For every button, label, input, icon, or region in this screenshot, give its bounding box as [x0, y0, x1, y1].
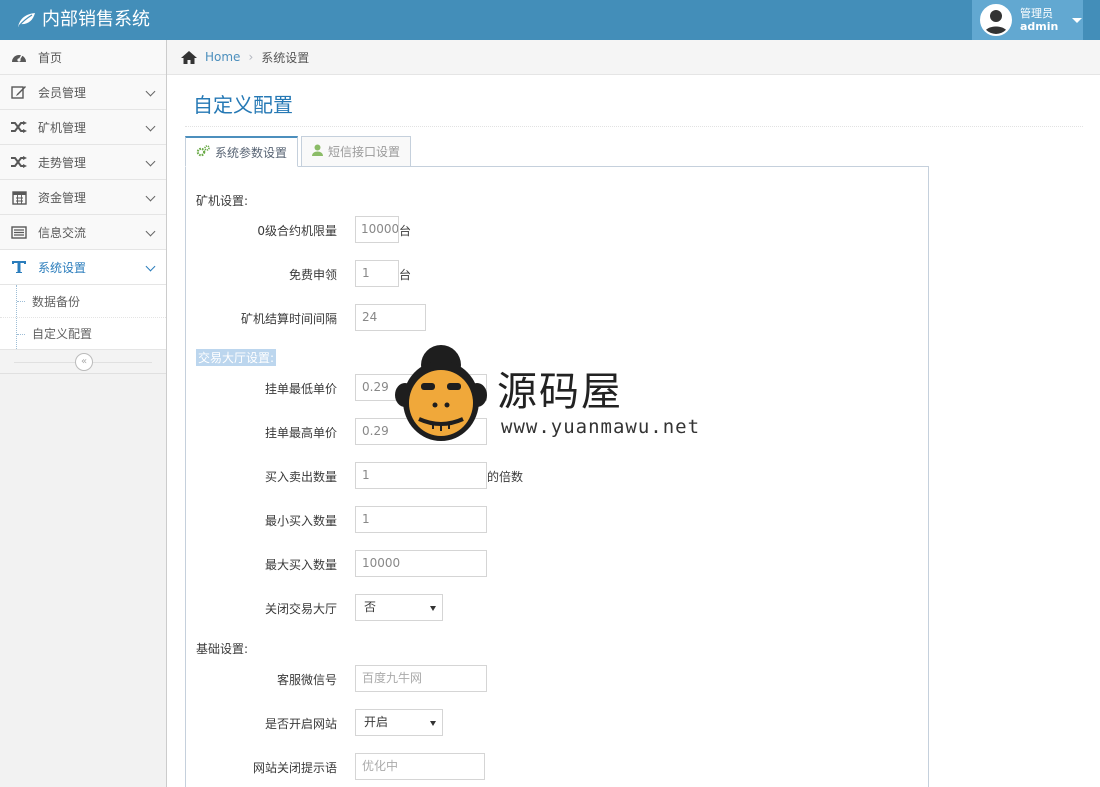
shuffle-icon	[10, 154, 28, 170]
select-arrow-icon	[430, 721, 436, 726]
caret-down-icon	[1072, 17, 1083, 23]
sidebar-item-funds[interactable]: 资金管理	[0, 180, 166, 215]
sidebar-item-label: 资金管理	[38, 190, 87, 205]
page-header-divider	[185, 126, 1083, 127]
sidebar-item-home[interactable]: 首页	[0, 40, 166, 75]
miner-limit-unit: 台	[399, 224, 412, 238]
trade-qty-suffix: 的倍数	[487, 470, 524, 484]
section-trade-hall-settings: 交易大厅设置:	[196, 349, 277, 366]
sidebar-item-label: 走势管理	[38, 155, 87, 170]
max-buy-input[interactable]: 10000	[355, 550, 487, 577]
max-price-label: 挂单最高单价	[264, 426, 337, 440]
section-miner-settings: 矿机设置:	[196, 194, 249, 208]
sidebar-item-label: 系统设置	[38, 260, 87, 275]
min-buy-label: 最小买入数量	[264, 514, 337, 528]
sidebar-item-system-settings[interactable]: 系统设置	[0, 250, 166, 285]
shuffle-icon	[10, 119, 28, 135]
tab-label: 系统参数设置	[215, 145, 288, 160]
free-claim-unit: 台	[399, 268, 412, 282]
miner-limit-label: 0级合约机限量	[257, 224, 337, 238]
cogs-icon	[196, 144, 210, 160]
chevron-down-icon	[145, 226, 156, 237]
user-menu[interactable]: 管理员 admin	[972, 0, 1083, 40]
collapse-sidebar-button[interactable]: «	[75, 353, 93, 371]
sidebar-item-label: 信息交流	[38, 225, 87, 240]
tab-label: 短信接口设置	[328, 145, 401, 159]
breadcrumb-separator: ›	[248, 50, 254, 64]
chevron-down-icon	[145, 86, 156, 97]
home-icon	[181, 50, 197, 64]
chevron-down-icon	[145, 121, 156, 132]
chevron-down-icon	[145, 261, 156, 272]
close-msg-label: 网站关闭提示语	[252, 761, 337, 775]
chevron-down-icon	[145, 156, 156, 167]
leaf-icon	[16, 12, 36, 28]
tab-bar: 系统参数设置 短信接口设置	[185, 136, 414, 167]
trade-qty-label: 买入卖出数量	[264, 470, 337, 484]
top-navbar: 内部销售系统 管理员 admin	[0, 0, 1100, 40]
miner-limit-input[interactable]: 10000	[355, 216, 399, 243]
trade-qty-input[interactable]: 1	[355, 462, 487, 489]
close-hall-value: 否	[364, 600, 377, 614]
avatar	[980, 4, 1012, 36]
max-buy-label: 最大买入数量	[264, 558, 337, 572]
sidebar-item-label: 会员管理	[38, 85, 87, 100]
edit-icon	[10, 84, 28, 100]
breadcrumb: Home › 系统设置	[167, 40, 1100, 75]
site-open-label: 是否开启网站	[264, 717, 337, 731]
sidebar-item-label: 首页	[38, 50, 63, 65]
page-title: 自定义配置	[193, 93, 293, 117]
site-open-value: 开启	[364, 715, 389, 729]
chevron-down-icon	[145, 191, 156, 202]
submenu-item-custom-config[interactable]: 自定义配置	[0, 317, 166, 349]
user-icon	[312, 144, 324, 159]
wechat-label: 客服微信号	[276, 673, 337, 687]
max-price-input[interactable]: 0.29	[355, 418, 487, 445]
select-arrow-icon	[430, 606, 436, 611]
brand[interactable]: 内部销售系统	[16, 8, 150, 32]
tab-sms-interface[interactable]: 短信接口设置	[301, 136, 412, 167]
text-icon	[10, 259, 28, 275]
tab-system-params[interactable]: 系统参数设置	[185, 136, 299, 167]
breadcrumb-current: 系统设置	[261, 50, 310, 65]
close-hall-select[interactable]: 否	[355, 594, 443, 621]
sidebar-item-members[interactable]: 会员管理	[0, 75, 166, 110]
wechat-input[interactable]: 百度九牛网	[355, 665, 487, 692]
settle-interval-input[interactable]: 24	[355, 304, 426, 331]
site-open-select[interactable]: 开启	[355, 709, 443, 736]
app-title: 内部销售系统	[42, 9, 150, 30]
min-price-label: 挂单最低单价	[264, 382, 337, 396]
submenu-item-data-backup[interactable]: 数据备份	[0, 285, 166, 317]
min-price-input[interactable]: 0.29	[355, 374, 487, 401]
user-name: admin	[1020, 20, 1059, 33]
sidebar-item-messages[interactable]: 信息交流	[0, 215, 166, 250]
list-icon	[10, 224, 28, 240]
calendar-icon	[10, 189, 28, 205]
sidebar-item-label: 矿机管理	[38, 120, 87, 135]
free-claim-label: 免费申领	[288, 268, 337, 282]
sidebar-collapse-row: «	[0, 350, 166, 374]
sidebar-item-trends[interactable]: 走势管理	[0, 145, 166, 180]
free-claim-input[interactable]: 1	[355, 260, 399, 287]
settle-interval-label: 矿机结算时间间隔	[240, 312, 337, 326]
min-buy-input[interactable]: 1	[355, 506, 487, 533]
close-msg-input[interactable]: 优化中	[355, 753, 485, 780]
dashboard-icon	[10, 49, 28, 65]
breadcrumb-home-link[interactable]: Home	[205, 50, 240, 64]
section-basic-settings: 基础设置:	[196, 642, 249, 656]
user-role: 管理员	[1020, 7, 1053, 20]
close-hall-label: 关闭交易大厅	[264, 602, 337, 616]
system-settings-submenu: 数据备份 自定义配置	[0, 285, 166, 350]
sidebar: 首页 会员管理 矿机管理 走势管理 资金管理 信息交流 系统设置 数据备份 自定…	[0, 40, 167, 787]
sidebar-item-miners[interactable]: 矿机管理	[0, 110, 166, 145]
